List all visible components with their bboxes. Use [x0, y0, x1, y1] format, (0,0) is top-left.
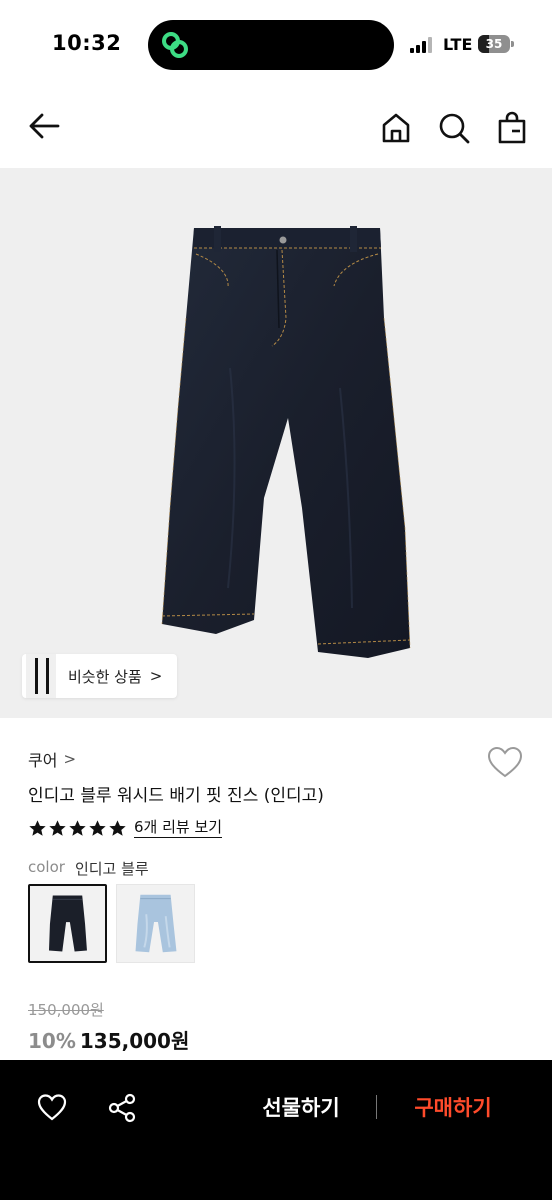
- similar-products-label: 비슷한 상품: [68, 667, 142, 686]
- bottom-action-bar: 선물하기 구매하기: [0, 1060, 552, 1200]
- product-image-jeans: [161, 226, 411, 658]
- home-icon: [382, 113, 410, 143]
- status-time: 10:32: [52, 31, 122, 55]
- signal-icon: [410, 37, 434, 53]
- buy-button[interactable]: 구매하기: [398, 1090, 508, 1126]
- color-value: 인디고 블루: [74, 860, 149, 878]
- battery-icon: 35: [478, 35, 510, 53]
- wishlist-button[interactable]: [486, 744, 524, 782]
- color-row: color 인디고 블루: [28, 858, 149, 879]
- back-button[interactable]: [24, 106, 64, 146]
- star-icon: [49, 819, 66, 836]
- similar-products-button[interactable]: 비슷한 상품 >: [22, 654, 177, 698]
- link-rings-icon: [162, 32, 188, 58]
- share-button[interactable]: [106, 1092, 138, 1124]
- dynamic-island: [148, 20, 394, 70]
- product-title: 인디고 블루 워시드 배기 핏 진스 (인디고): [28, 786, 324, 806]
- chevron-right-icon: >: [149, 667, 163, 685]
- sale-price: 135,000원: [79, 1029, 190, 1053]
- star-icon: [89, 819, 106, 836]
- brand-name: 쿠어: [28, 751, 58, 770]
- home-button[interactable]: [376, 108, 416, 148]
- heart-outline-icon: [487, 746, 523, 778]
- color-swatch-light-blue[interactable]: [116, 884, 195, 963]
- shopping-bag-icon: [498, 111, 526, 144]
- heart-icon: [37, 1094, 67, 1121]
- bar-divider: [376, 1095, 377, 1119]
- back-arrow-icon: [29, 113, 60, 139]
- color-swatch-indigo[interactable]: [28, 884, 107, 963]
- color-label: color: [28, 858, 65, 876]
- status-bar: 10:32 LTE 35: [0, 0, 552, 90]
- network-type: LTE: [443, 35, 473, 54]
- swatch-indigo-jeans-image: [48, 895, 87, 952]
- star-icon: [69, 819, 86, 836]
- battery-percent: 35: [485, 37, 503, 51]
- search-icon: [439, 113, 470, 144]
- rating-stars: [28, 819, 128, 838]
- view-reviews-link[interactable]: 6개 리뷰 보기: [134, 818, 223, 838]
- battery-cap: [511, 41, 514, 47]
- product-image-area[interactable]: 비슷한 상품 >: [0, 168, 552, 718]
- gift-button[interactable]: 선물하기: [246, 1090, 356, 1126]
- wishlist-bottom-button[interactable]: [36, 1092, 68, 1124]
- search-button[interactable]: [434, 108, 474, 148]
- original-price: 150,000원: [28, 1001, 104, 1019]
- swatch-light-blue-jeans-image: [135, 894, 177, 953]
- top-nav-bar: [0, 90, 552, 168]
- brand-link[interactable]: 쿠어 >: [28, 747, 76, 771]
- price-row: 10% 135,000원: [28, 1025, 189, 1054]
- star-icon: [109, 819, 126, 836]
- share-icon: [108, 1093, 136, 1123]
- similar-products-thumbnail: [26, 654, 56, 698]
- chevron-right-icon: >: [63, 750, 77, 768]
- cart-button[interactable]: [492, 108, 532, 148]
- discount-rate: 10%: [28, 1029, 76, 1053]
- rating-row: 6개 리뷰 보기: [28, 818, 223, 838]
- star-icon: [29, 819, 46, 836]
